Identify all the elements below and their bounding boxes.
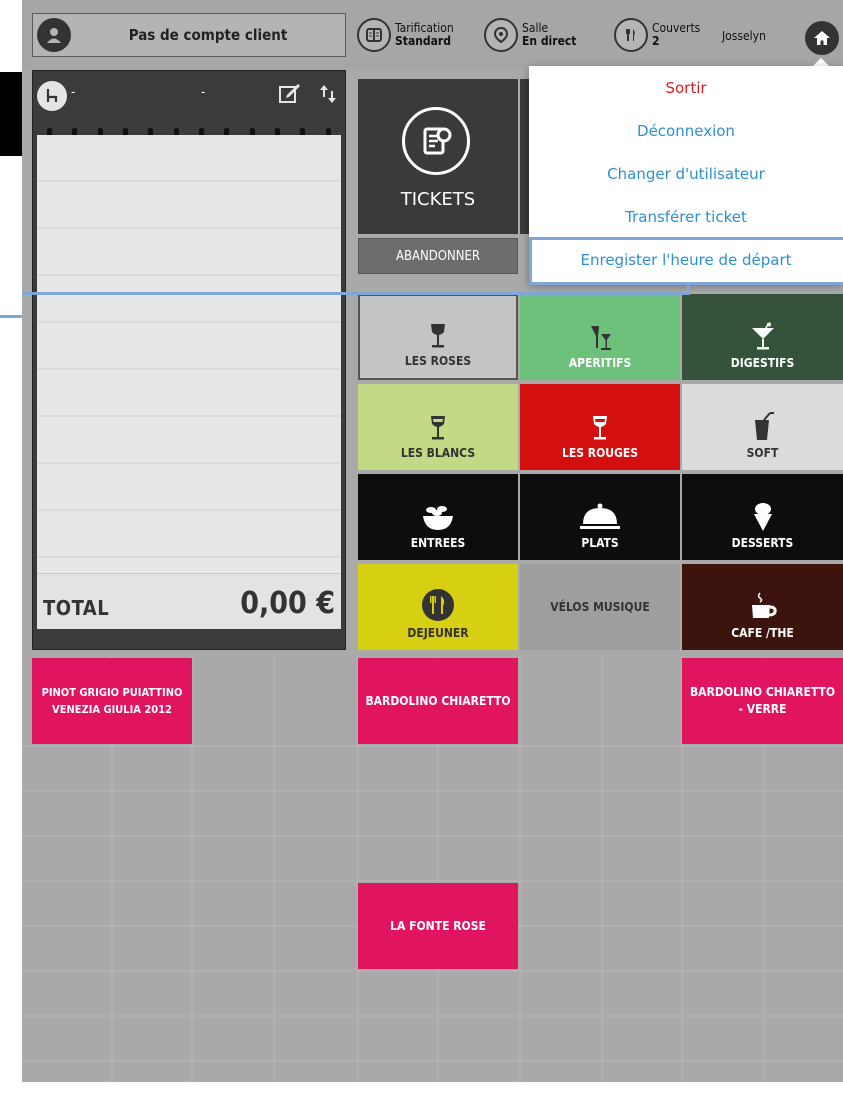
category-aperitifs[interactable]: APERITIFS: [520, 294, 680, 380]
aperitif-glass-icon: [591, 326, 611, 350]
category-label: APERITIFS: [568, 356, 632, 370]
total-value: 0,00 €: [240, 586, 335, 621]
menu-item-deconnexion[interactable]: Déconnexion: [529, 109, 843, 152]
product-bardolino-chiaretto[interactable]: BARDOLINO CHIARETTO: [358, 658, 518, 744]
callout-connector-horizontal: [22, 292, 690, 295]
wine-glass-icon: [593, 416, 607, 440]
category-label: ENTREES: [410, 536, 466, 550]
product-label: BARDOLINO CHIARETTO: [365, 693, 511, 708]
category-label: LES ROUGES: [561, 446, 639, 460]
callout-connector-vertical: [687, 284, 690, 295]
menu-item-transferer-ticket[interactable]: Transférer ticket: [529, 195, 843, 238]
product-la-fonte-rose[interactable]: LA FONTE ROSE: [358, 883, 518, 969]
pricing-selector[interactable]: Tarification Standard: [357, 13, 454, 57]
user-avatar-icon: [37, 18, 71, 52]
menu-item-highlight: [529, 237, 843, 285]
ticket-panel: - - TOTAL 0,00 €: [32, 70, 346, 650]
salad-bowl-icon: [423, 506, 453, 530]
covers-value: 2: [652, 34, 660, 48]
sort-arrows-icon[interactable]: [317, 83, 339, 109]
client-account-button[interactable]: Pas de compte client: [32, 13, 346, 57]
ticket-lines[interactable]: [37, 135, 341, 573]
soft-drink-icon: [754, 412, 774, 440]
chair-icon[interactable]: [37, 81, 67, 111]
wine-glass-icon: [431, 416, 445, 440]
category-label: VÉLOS MUSIQUE: [550, 600, 650, 614]
category-les-rouges[interactable]: LES ROUGES: [520, 384, 680, 470]
cutlery-circle-icon: [422, 589, 454, 621]
category-velos-musique[interactable]: VÉLOS MUSIQUE: [520, 564, 680, 650]
category-les-roses[interactable]: LES ROSES: [358, 294, 518, 380]
left-edge-block: [0, 72, 22, 156]
cocktail-icon: [751, 322, 774, 350]
category-cafe-the[interactable]: CAFE /THE: [682, 564, 843, 650]
category-les-blancs[interactable]: LES BLANCS: [358, 384, 518, 470]
table-number: -: [71, 85, 76, 100]
cloche-icon: [580, 503, 620, 529]
category-label: CAFE /THE: [731, 626, 794, 640]
room-selector[interactable]: Salle En direct: [484, 13, 576, 57]
category-label: DESSERTS: [731, 536, 794, 550]
menu-item-sortir[interactable]: Sortir: [529, 66, 843, 109]
edit-icon[interactable]: [278, 82, 302, 108]
top-bar: Pas de compte client Tarification Standa…: [22, 0, 843, 70]
tickets-button[interactable]: TICKETS: [358, 79, 518, 234]
product-pinot-grigio[interactable]: PINOT GRIGIO PUIATTINO VENEZIA GIULIA 20…: [32, 658, 192, 744]
category-label: DIGESTIFS: [730, 356, 795, 370]
product-label: LA FONTE ROSE: [390, 918, 486, 933]
total-label: TOTAL: [43, 596, 110, 620]
user-name[interactable]: Josselyn: [722, 29, 766, 43]
covers-selector[interactable]: Couverts 2: [614, 13, 700, 57]
pricing-value: Standard: [395, 34, 451, 48]
category-label: SOFT: [746, 446, 779, 460]
location-pin-icon: [484, 18, 518, 52]
receipt-icon: [402, 107, 470, 175]
table-separator: -: [201, 85, 206, 100]
room-value: En direct: [522, 34, 577, 48]
category-dejeuner[interactable]: DEJEUNER: [358, 564, 518, 650]
tickets-label: TICKETS: [400, 189, 476, 210]
category-plats[interactable]: PLATS: [520, 474, 680, 560]
menu-book-icon: [357, 18, 391, 52]
ticket-header: - -: [33, 71, 345, 123]
coffee-cup-icon: [751, 592, 777, 618]
category-label: LES ROSES: [404, 354, 472, 368]
product-label: BARDOLINO CHIARETTO - VERRE: [689, 685, 836, 716]
category-label: LES BLANCS: [400, 446, 476, 460]
category-desserts[interactable]: DESSERTS: [682, 474, 843, 560]
ticket-total-bar: TOTAL 0,00 €: [37, 573, 341, 629]
category-label: DEJEUNER: [407, 626, 469, 640]
category-soft[interactable]: SOFT: [682, 384, 843, 470]
home-icon[interactable]: [805, 21, 839, 55]
product-label: PINOT GRIGIO PUIATTINO VENEZIA GIULIA 20…: [41, 686, 183, 716]
category-label: PLATS: [581, 536, 619, 550]
abandon-button[interactable]: ABANDONNER: [358, 238, 518, 274]
menu-item-changer-utilisateur[interactable]: Changer d'utilisateur: [529, 152, 843, 195]
cutlery-icon: [614, 18, 648, 52]
category-digestifs[interactable]: DIGESTIFS: [682, 294, 843, 380]
pos-app: Pas de compte client Tarification Standa…: [22, 0, 843, 1082]
category-entrees[interactable]: ENTREES: [358, 474, 518, 560]
ice-cream-icon: [753, 503, 772, 531]
client-account-label: Pas de compte client: [128, 26, 288, 44]
wine-glass-icon: [431, 324, 445, 348]
product-bardolino-chiaretto-verre[interactable]: BARDOLINO CHIARETTO - VERRE: [682, 658, 843, 744]
